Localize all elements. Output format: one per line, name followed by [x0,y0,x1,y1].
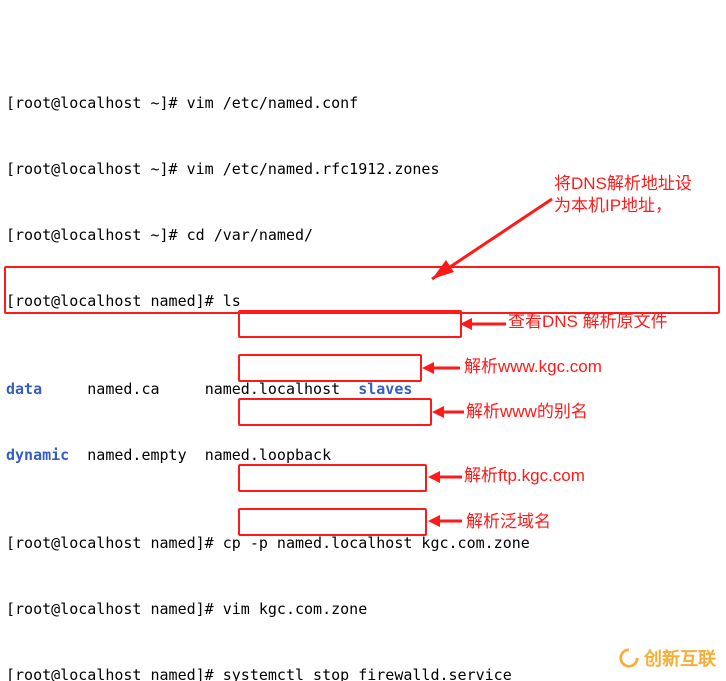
prompt: [root@localhost named]# [6,292,223,310]
prompt: [root@localhost ~]# [6,226,187,244]
annotation-text: 为本机IP地址， [554,196,672,216]
cmd: vim /etc/named.conf [187,94,359,112]
cmd-line: [root@localhost named]# systemctl stop f… [6,664,720,681]
cmd: cd /var/named/ [187,226,313,244]
highlight-box [238,310,462,338]
cmd: vim /etc/named.rfc1912.zones [187,160,440,178]
cmd-line: [root@localhost named]# ls [6,290,720,312]
dir-entry: dynamic [6,446,69,464]
file-entry: named.localhost [205,380,340,398]
annotation-text: 解析www的别名 [466,402,588,422]
arrow-icon [430,403,466,421]
arrow-icon [426,512,464,530]
annotation-text: 解析www.kgc.com [464,357,602,377]
arrow-icon [458,314,508,334]
cmd-line: [root@localhost ~]# vim /etc/named.rfc19… [6,158,720,180]
file-entry: named.empty [87,446,186,464]
watermark-logo-icon [618,647,640,669]
watermark-text: 创新互联 [644,645,716,671]
dir-entry: slaves [358,380,412,398]
annotation-text: 查看DNS 解析原文件 [508,312,668,332]
highlight-box [238,398,432,426]
annotation-text: 解析ftp.kgc.com [464,466,585,486]
ls-output-row: data named.ca named.localhost slaves [6,378,720,400]
prompt: [root@localhost named]# [6,600,223,618]
cmd-line: [root@localhost named]# vim kgc.com.zone [6,598,720,620]
cmd-line: [root@localhost named]# cp -p named.loca… [6,532,720,554]
cmd-line: [root@localhost ~]# cd /var/named/ [6,224,720,246]
cmd: systemctl stop firewalld.service [223,666,512,681]
prompt: [root@localhost ~]# [6,94,187,112]
highlight-box [238,464,427,492]
file-entry: named.loopback [205,446,331,464]
terminal-screenshot: [root@localhost ~]# vim /etc/named.conf … [0,0,726,681]
ls-output-row: dynamic named.empty named.loopback [6,444,720,466]
annotation-text: 解析泛域名 [466,512,551,532]
prompt: [root@localhost named]# [6,534,223,552]
arrow-icon [426,468,464,486]
cmd: ls [223,292,241,310]
cmd: vim kgc.com.zone [223,600,368,618]
watermark: 创新互联 [618,645,716,671]
prompt: [root@localhost named]# [6,666,223,681]
cmd-line: [root@localhost ~]# vim /etc/named.conf [6,92,720,114]
cmd: cp -p named.localhost kgc.com.zone [223,534,530,552]
dir-entry: data [6,380,42,398]
prompt: [root@localhost ~]# [6,160,187,178]
file-entry: named.ca [87,380,159,398]
arrow-icon [420,359,462,377]
